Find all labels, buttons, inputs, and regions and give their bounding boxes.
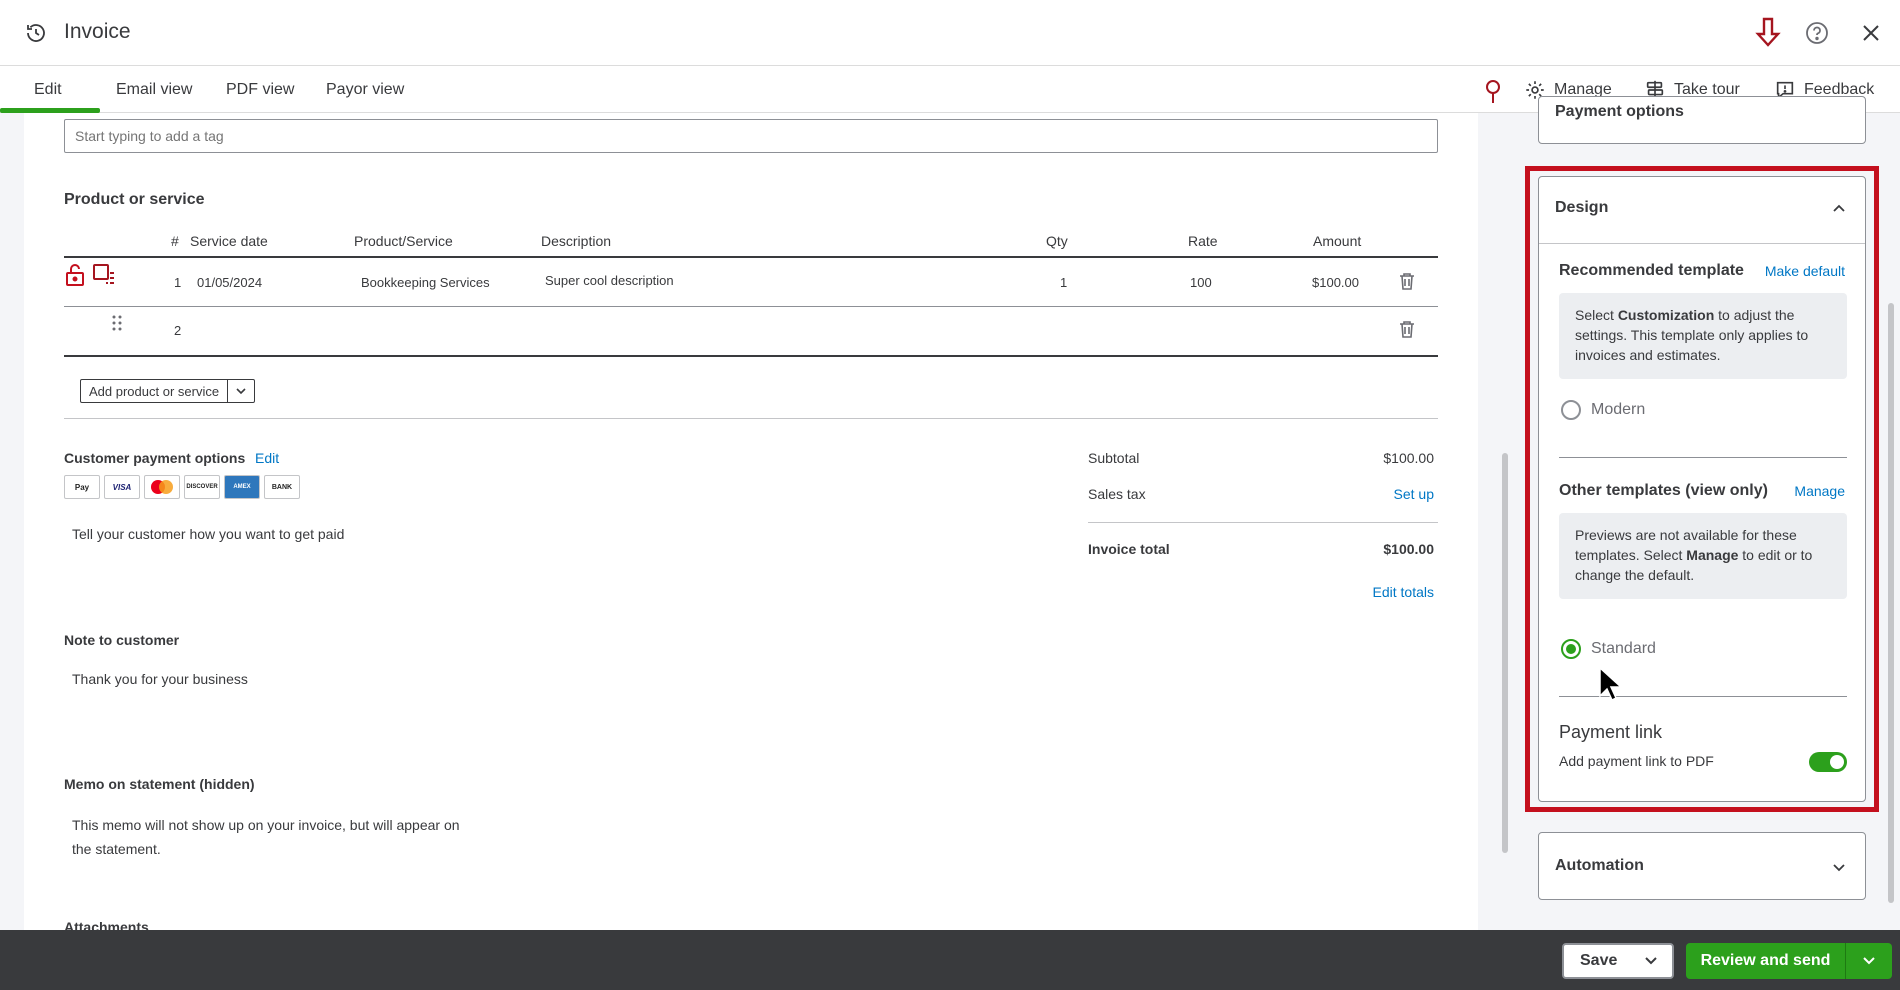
row-divider: [64, 306, 1438, 307]
visa-icon: VISA: [104, 475, 140, 499]
tag-input[interactable]: [64, 119, 1438, 153]
payment-prompt[interactable]: Tell your customer how you want to get p…: [72, 526, 344, 542]
tab-pdf-view[interactable]: PDF view: [226, 66, 294, 113]
automation-card[interactable]: Automation: [1538, 832, 1866, 900]
invoice-total-row: Invoice total $100.00: [1088, 541, 1434, 557]
unlock-icon[interactable]: [64, 263, 86, 287]
row-service-date[interactable]: 01/05/2024: [197, 275, 262, 290]
col-amount: Amount: [1313, 233, 1362, 249]
sales-tax-row: Sales tax Set up: [1088, 486, 1434, 502]
memo-field[interactable]: This memo will not show up on your invoi…: [72, 813, 472, 861]
section-divider: [64, 418, 1438, 419]
totals-divider: [1088, 522, 1438, 523]
chevron-down-icon[interactable]: [1644, 956, 1658, 966]
row-product[interactable]: Bookkeeping Services: [361, 275, 490, 290]
add-product-dropdown[interactable]: [228, 380, 254, 402]
mouse-cursor-icon: [1599, 666, 1620, 702]
subtotal-value: $100.00: [1383, 450, 1434, 466]
tab-email-view[interactable]: Email view: [116, 66, 192, 113]
invoice-total-label: Invoice total: [1088, 541, 1170, 557]
add-product-button[interactable]: Add product or service: [81, 380, 229, 402]
trash-icon[interactable]: [1398, 271, 1416, 291]
row-number: 2: [174, 323, 182, 338]
page-title: Invoice: [64, 20, 131, 43]
location-pin-icon[interactable]: [1482, 78, 1504, 104]
payment-options-card[interactable]: Payment options: [1538, 96, 1866, 144]
add-product-button-group: Add product or service: [80, 379, 256, 403]
history-icon[interactable]: [24, 21, 48, 45]
col-number: #: [171, 233, 179, 249]
row-amount[interactable]: $100.00: [1312, 275, 1359, 290]
row-number: 1: [174, 275, 182, 290]
table-bottom-rule: [64, 355, 1438, 357]
col-rate: Rate: [1188, 233, 1218, 249]
memo-label: Memo on statement (hidden): [64, 776, 255, 792]
row-description[interactable]: Super cool description: [545, 273, 674, 288]
col-product: Product/Service: [354, 233, 453, 249]
payment-options-card-title: Payment options: [1555, 103, 1684, 120]
product-section-heading: Product or service: [64, 191, 205, 208]
chevron-down-icon[interactable]: [1831, 859, 1847, 875]
tab-edit[interactable]: Edit: [34, 66, 62, 113]
col-service-date: Service date: [190, 233, 268, 249]
col-qty: Qty: [1046, 233, 1068, 249]
subtotal-label: Subtotal: [1088, 450, 1140, 466]
download-arrow-icon[interactable]: [1754, 16, 1782, 48]
apple-pay-icon: Pay: [64, 475, 100, 499]
invoice-form: Product or service # Service date Produc…: [24, 113, 1478, 930]
set-up-tax-link[interactable]: Set up: [1394, 486, 1434, 502]
mastercard-icon: [144, 475, 180, 499]
help-icon[interactable]: [1804, 20, 1830, 46]
payment-methods: Pay VISA DISCOVER AMEX BANK: [64, 475, 300, 499]
col-description: Description: [541, 233, 612, 249]
panel-scrollbar[interactable]: [1886, 113, 1896, 930]
discover-icon: DISCOVER: [184, 475, 220, 499]
bank-icon: BANK: [264, 475, 300, 499]
edit-payment-options-link[interactable]: Edit: [255, 450, 279, 466]
review-send-dropdown[interactable]: [1846, 956, 1892, 966]
invoice-total-value: $100.00: [1383, 541, 1434, 557]
save-button-group: Save: [1562, 943, 1674, 979]
tab-payor-view[interactable]: Payor view: [326, 66, 404, 113]
automation-card-title: Automation: [1555, 857, 1644, 874]
subtotal-row: Subtotal $100.00: [1088, 450, 1434, 466]
close-icon[interactable]: [1858, 20, 1884, 46]
save-button[interactable]: Save: [1564, 952, 1644, 970]
note-to-customer-label: Note to customer: [64, 632, 180, 648]
attachments-label: Attachments: [64, 919, 149, 930]
payment-options-label: Customer payment options: [64, 450, 246, 466]
edit-totals-link[interactable]: Edit totals: [1373, 584, 1434, 600]
row-rate[interactable]: 100: [1190, 275, 1212, 290]
header-bar: Invoice: [0, 0, 1900, 66]
form-scrollbar[interactable]: [1500, 113, 1510, 930]
sales-tax-label: Sales tax: [1088, 486, 1146, 502]
design-highlight-frame: [1525, 166, 1879, 812]
review-send-button-group: Review and send: [1686, 943, 1892, 979]
review-and-send-button[interactable]: Review and send: [1686, 943, 1846, 979]
chevron-down-icon: [1863, 957, 1875, 965]
form-area: Product or service # Service date Produc…: [0, 113, 1510, 930]
drag-handle-icon[interactable]: [112, 315, 122, 331]
chevron-down-icon: [236, 388, 246, 395]
row-qty[interactable]: 1: [1060, 275, 1067, 290]
duplicate-row-icon[interactable]: [92, 263, 120, 289]
note-to-customer-field[interactable]: Thank you for your business: [72, 671, 248, 687]
amex-icon: AMEX: [224, 475, 260, 499]
trash-icon[interactable]: [1398, 319, 1416, 339]
table-header-rule: [64, 256, 1438, 258]
